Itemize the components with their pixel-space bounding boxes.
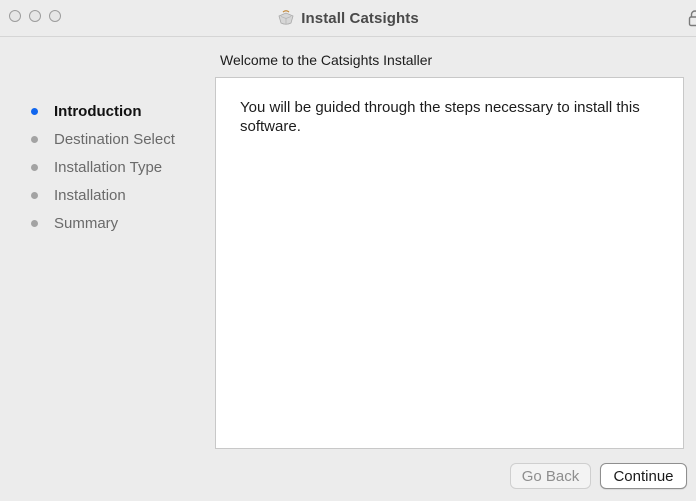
installer-window: Install Catsights Welcome to the Catsigh… <box>0 0 696 501</box>
step-introduction: Introduction <box>31 97 175 125</box>
continue-button[interactable]: Continue <box>600 463 687 489</box>
window-title-group: Install Catsights <box>0 0 696 36</box>
installer-package-icon <box>277 9 295 27</box>
introduction-text: You will be guided through the steps nec… <box>240 99 640 135</box>
installer-steps-list: Introduction Destination Select Installa… <box>31 97 175 237</box>
content-panel[interactable]: You will be guided through the steps nec… <box>215 77 684 449</box>
step-summary: Summary <box>31 209 175 237</box>
step-bullet-icon <box>31 219 38 227</box>
step-bullet-icon <box>31 163 38 171</box>
step-bullet-icon <box>31 107 38 115</box>
go-back-button[interactable]: Go Back <box>510 463 591 489</box>
window-title: Install Catsights <box>301 9 419 27</box>
step-bullet-icon <box>31 135 38 143</box>
step-label: Destination Select <box>54 130 175 148</box>
step-installation: Installation <box>31 181 175 209</box>
page-heading: Welcome to the Catsights Installer <box>220 52 433 68</box>
step-label: Installation Type <box>54 158 163 176</box>
step-installation-type: Installation Type <box>31 153 175 181</box>
step-label: Introduction <box>54 102 142 120</box>
lock-icon[interactable] <box>688 9 696 27</box>
step-label: Summary <box>54 214 119 232</box>
step-label: Installation <box>54 186 126 204</box>
step-destination-select: Destination Select <box>31 125 175 153</box>
step-bullet-icon <box>31 191 38 199</box>
title-bar[interactable]: Install Catsights <box>0 0 696 37</box>
